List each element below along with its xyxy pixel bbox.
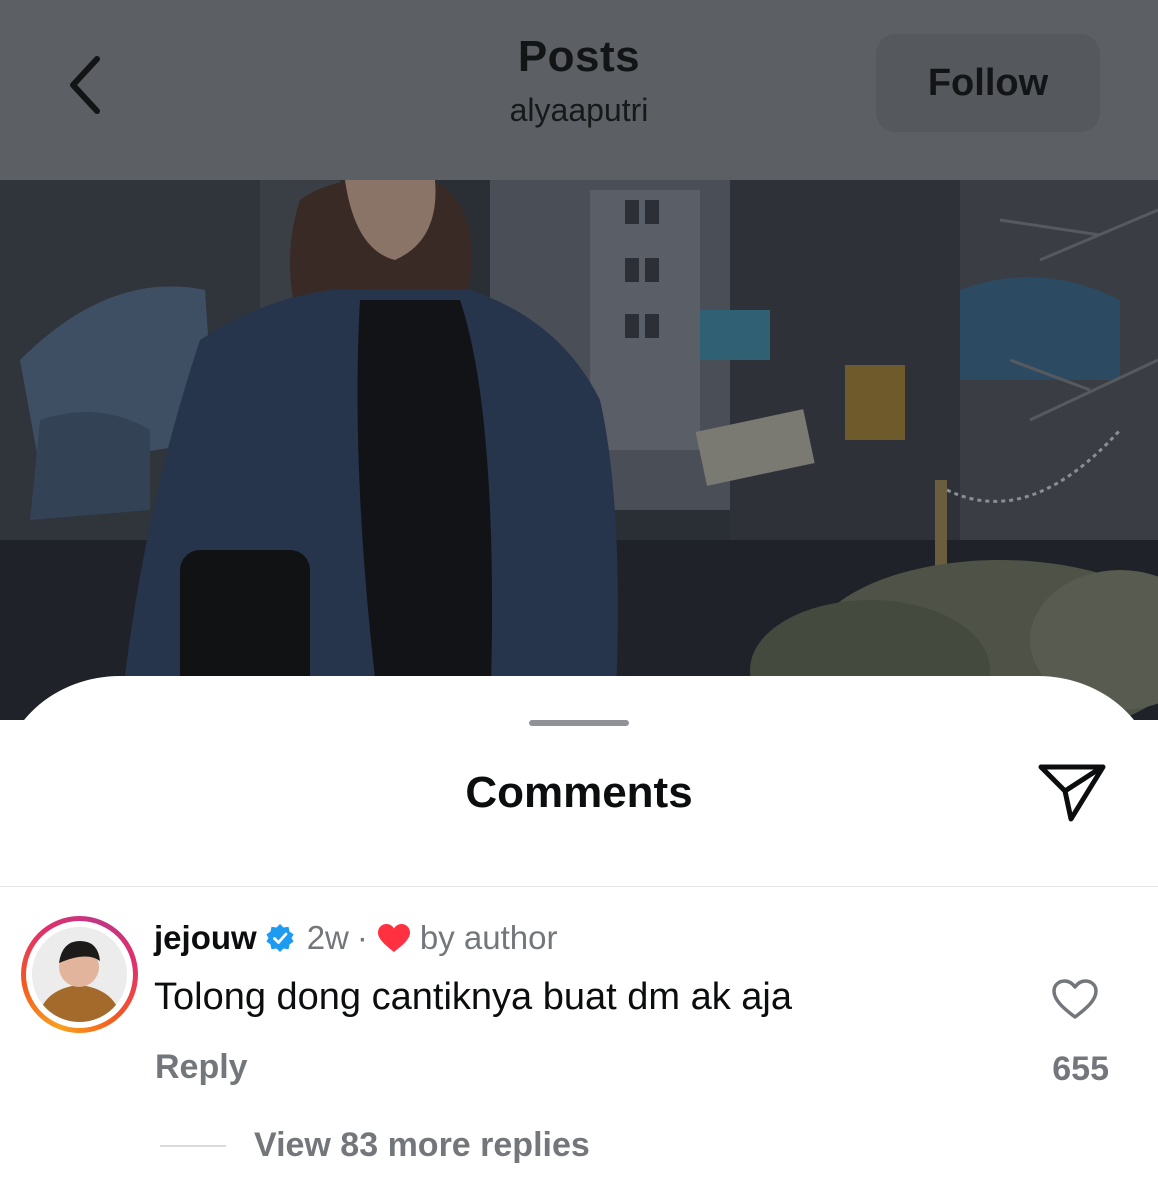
avatar-photo: [32, 927, 127, 1022]
comments-title: Comments: [465, 768, 693, 817]
share-button[interactable]: [1030, 756, 1114, 828]
heart-filled-icon: [376, 920, 412, 956]
comment-text: Tolong dong cantiknya buat dm ak aja: [154, 976, 792, 1018]
heart-outline-icon: [1052, 979, 1098, 1019]
follow-button[interactable]: Follow: [876, 34, 1100, 132]
comment-timestamp: 2w: [306, 919, 349, 956]
sheet-drag-handle[interactable]: [529, 720, 629, 726]
verified-badge-icon: [265, 923, 295, 953]
comment-meta: jejouw 2w · by author: [154, 916, 557, 960]
paper-plane-icon: [1038, 764, 1106, 822]
avatar[interactable]: [21, 916, 138, 1033]
sheet-divider: [0, 886, 1158, 887]
post-comments-screen: Posts alyaaputri Follow Comments jejouw …: [0, 0, 1158, 1200]
like-comment-button[interactable]: [1045, 974, 1105, 1024]
reply-button[interactable]: Reply: [155, 1048, 248, 1087]
comments-sheet: Comments jejouw 2w · by author Tolong do…: [0, 676, 1158, 1200]
view-more-replies-button[interactable]: View 83 more replies: [254, 1126, 590, 1165]
like-count: 655: [1052, 1050, 1109, 1088]
post-photo: [0, 180, 1158, 720]
comment-username[interactable]: jejouw: [154, 919, 257, 957]
replies-indent-line: [160, 1145, 226, 1147]
top-navigation-bar: Posts alyaaputri Follow: [0, 0, 1158, 180]
liked-by-author-label: by author: [419, 919, 558, 956]
meta-separator: ·: [356, 919, 368, 956]
